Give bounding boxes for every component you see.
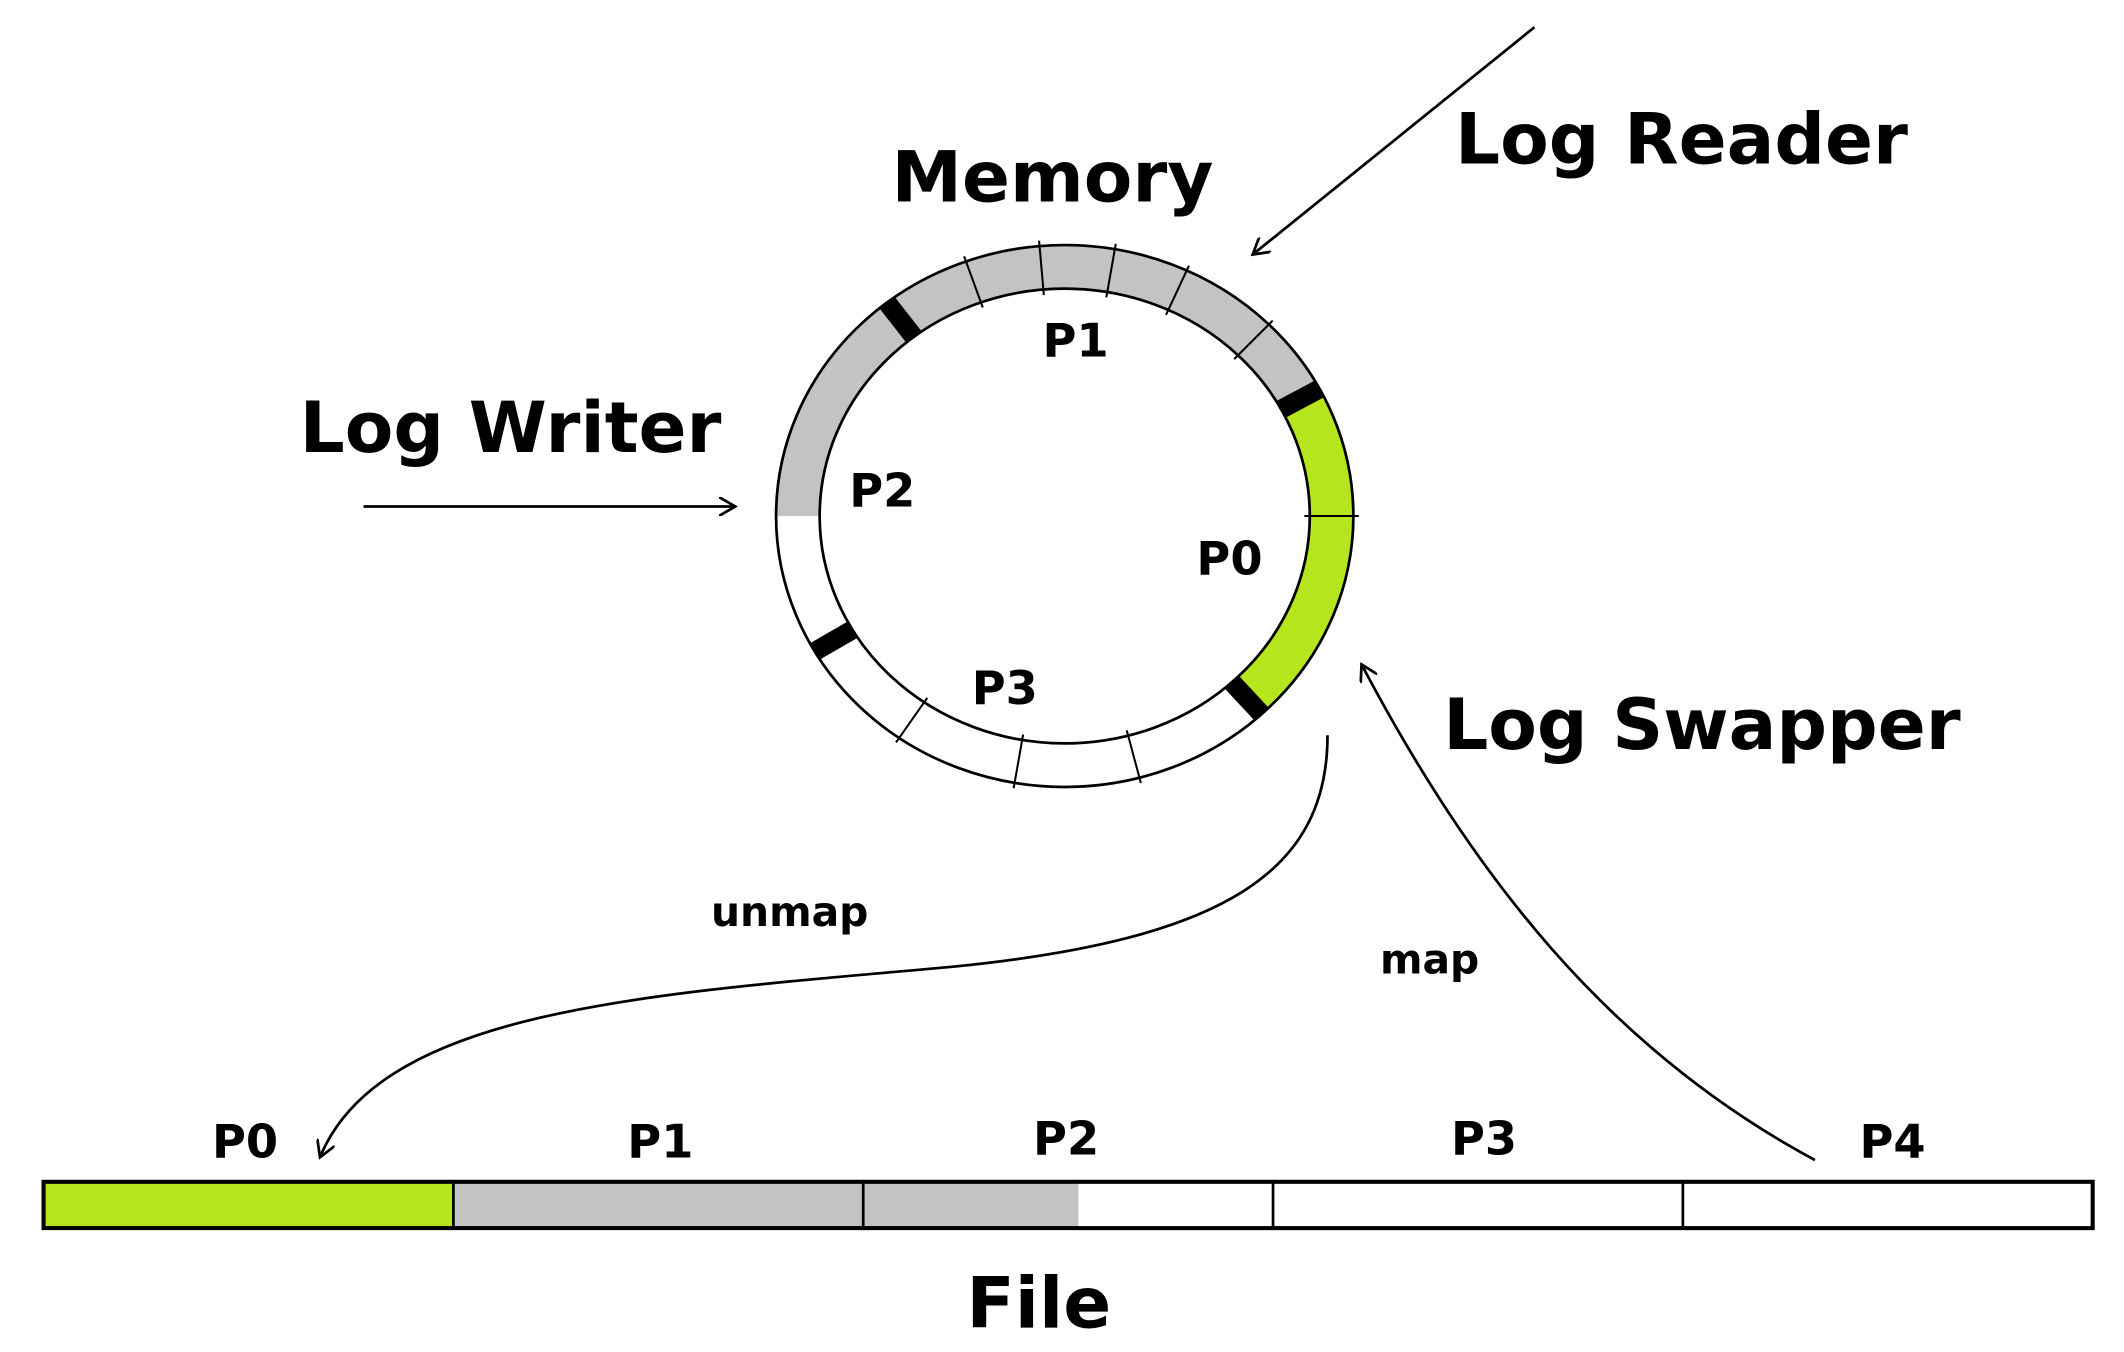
ring-page-p1: P1 [1043,314,1109,368]
file-page-p4: P4 [1859,1114,1925,1168]
ring-page-p2: P2 [849,463,915,517]
log-reader-label: Log Reader [1455,97,1908,180]
file-page-p2: P2 [1033,1112,1099,1166]
file-label: File [966,1261,1111,1344]
ring-free-segment [776,516,1262,787]
log-swapper-label: Log Swapper [1443,683,1961,766]
ring-page-p3: P3 [972,661,1038,715]
ring-page-p0: P0 [1196,532,1262,586]
log-writer-label: Log Writer [300,386,722,469]
log-buffer-diagram: Memory P1 P2 P0 P3 Log Reader Log Writer… [41,26,2095,1344]
file-p0-segment [43,1181,454,1229]
map-label: map [1380,935,1479,983]
file-page-p0: P0 [212,1114,278,1168]
unmap-label: unmap [711,888,868,936]
file-used-segment [453,1181,1079,1229]
file-page-p1: P1 [627,1114,693,1168]
unmap-arrow [320,735,1329,1157]
memory-label: Memory [892,136,1214,219]
file-page-p3: P3 [1451,1112,1517,1166]
